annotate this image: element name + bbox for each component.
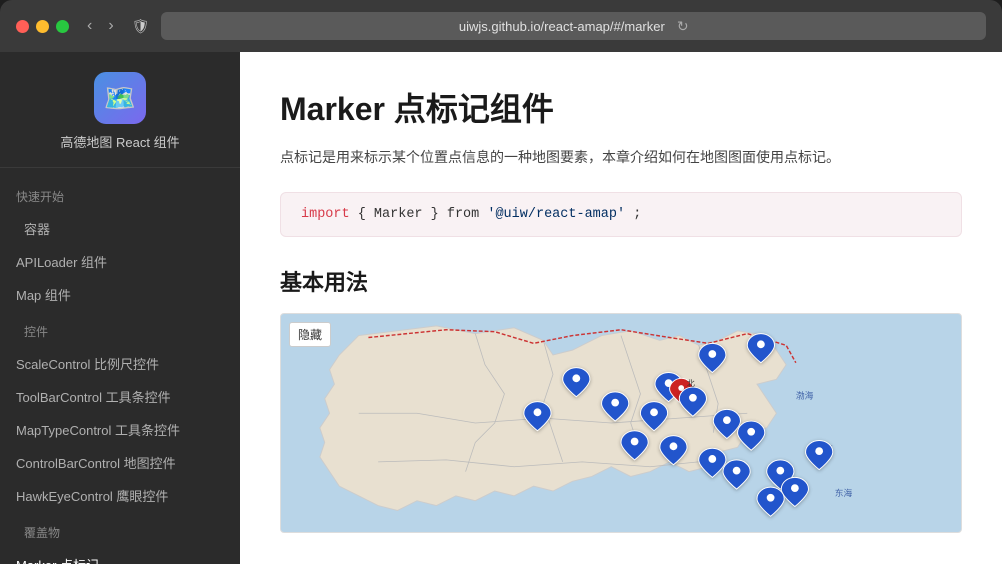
map-hide-button[interactable]: 隐藏 (289, 322, 331, 347)
back-button[interactable]: ‹ (81, 15, 98, 37)
sidebar-item-apiloader[interactable]: APILoader 组件 (0, 245, 240, 278)
code-package: '@uiw/react-amap' (487, 207, 625, 222)
sidebar-item-controlbarcontrol[interactable]: ControlBarControl 地图控件 (0, 446, 240, 479)
sidebar-item-quickstart: 快速开始 (0, 176, 240, 212)
close-button[interactable] (16, 20, 29, 33)
refresh-button[interactable]: ↻ (677, 18, 689, 35)
sidebar-item-overlay-header: 覆盖物 (0, 512, 240, 548)
minimize-button[interactable] (36, 20, 49, 33)
svg-text:渤海: 渤海 (796, 390, 814, 401)
nav-buttons: ‹ › (81, 15, 120, 37)
app-container: 🗺️ 高德地图 React 组件 快速开始 容器 APILoader 组件 Ma… (0, 52, 1002, 564)
sidebar-item-toolbarcontrol[interactable]: ToolBarControl 工具条控件 (0, 380, 240, 413)
sidebar-item-scalecontrol[interactable]: ScaleControl 比例尺控件 (0, 347, 240, 380)
traffic-lights (16, 20, 69, 33)
address-bar[interactable]: uiwjs.github.io/react-amap/#/marker ↻ (161, 12, 986, 40)
code-import: import (301, 207, 350, 222)
main-content: Marker 点标记组件 点标记是用来标示某个位置点信息的一种地图要素，本章介绍… (240, 52, 1002, 564)
section-title: 基本用法 (280, 265, 962, 297)
url-text: uiwjs.github.io/react-amap/#/marker (459, 19, 665, 34)
page-title: Marker 点标记组件 (280, 84, 962, 130)
logo-icon: 🗺️ (94, 72, 146, 124)
logo-text: 高德地图 React 组件 (60, 132, 179, 151)
sidebar-nav: 快速开始 容器 APILoader 组件 Map 组件 控件 ScaleCont… (0, 168, 240, 564)
maximize-button[interactable] (56, 20, 69, 33)
sidebar-item-container[interactable]: 容器 (0, 212, 240, 245)
code-from-keyword: from (447, 207, 488, 222)
forward-button[interactable]: › (102, 15, 119, 37)
sidebar-item-hawkeyecontrol[interactable]: HawkEyeControl 鹰眼控件 (0, 479, 240, 512)
code-marker: { Marker } (358, 207, 439, 222)
sidebar-item-map[interactable]: Map 组件 (0, 278, 240, 311)
code-semi: ; (633, 207, 641, 222)
browser-chrome: ‹ › 🛡 uiwjs.github.io/react-amap/#/marke… (0, 0, 1002, 52)
shield-icon: 🛡 (132, 18, 150, 35)
sidebar-item-marker[interactable]: Marker 点标记 (0, 548, 240, 564)
sidebar-item-controls-header: 控件 (0, 311, 240, 347)
sidebar: 🗺️ 高德地图 React 组件 快速开始 容器 APILoader 组件 Ma… (0, 52, 240, 564)
map-container: 隐藏 渤海 黄海 (280, 313, 962, 533)
sidebar-logo: 🗺️ 高德地图 React 组件 (0, 52, 240, 168)
code-block: import { Marker } from '@uiw/react-amap'… (280, 192, 962, 237)
svg-text:东海: 东海 (835, 487, 853, 498)
map-svg: 渤海 黄海 东海 (281, 314, 961, 532)
page-description: 点标记是用来标示某个位置点信息的一种地图要素，本章介绍如何在地图图面使用点标记。 (280, 146, 962, 168)
sidebar-item-maptypecontrol[interactable]: MapTypeControl 工具条控件 (0, 413, 240, 446)
